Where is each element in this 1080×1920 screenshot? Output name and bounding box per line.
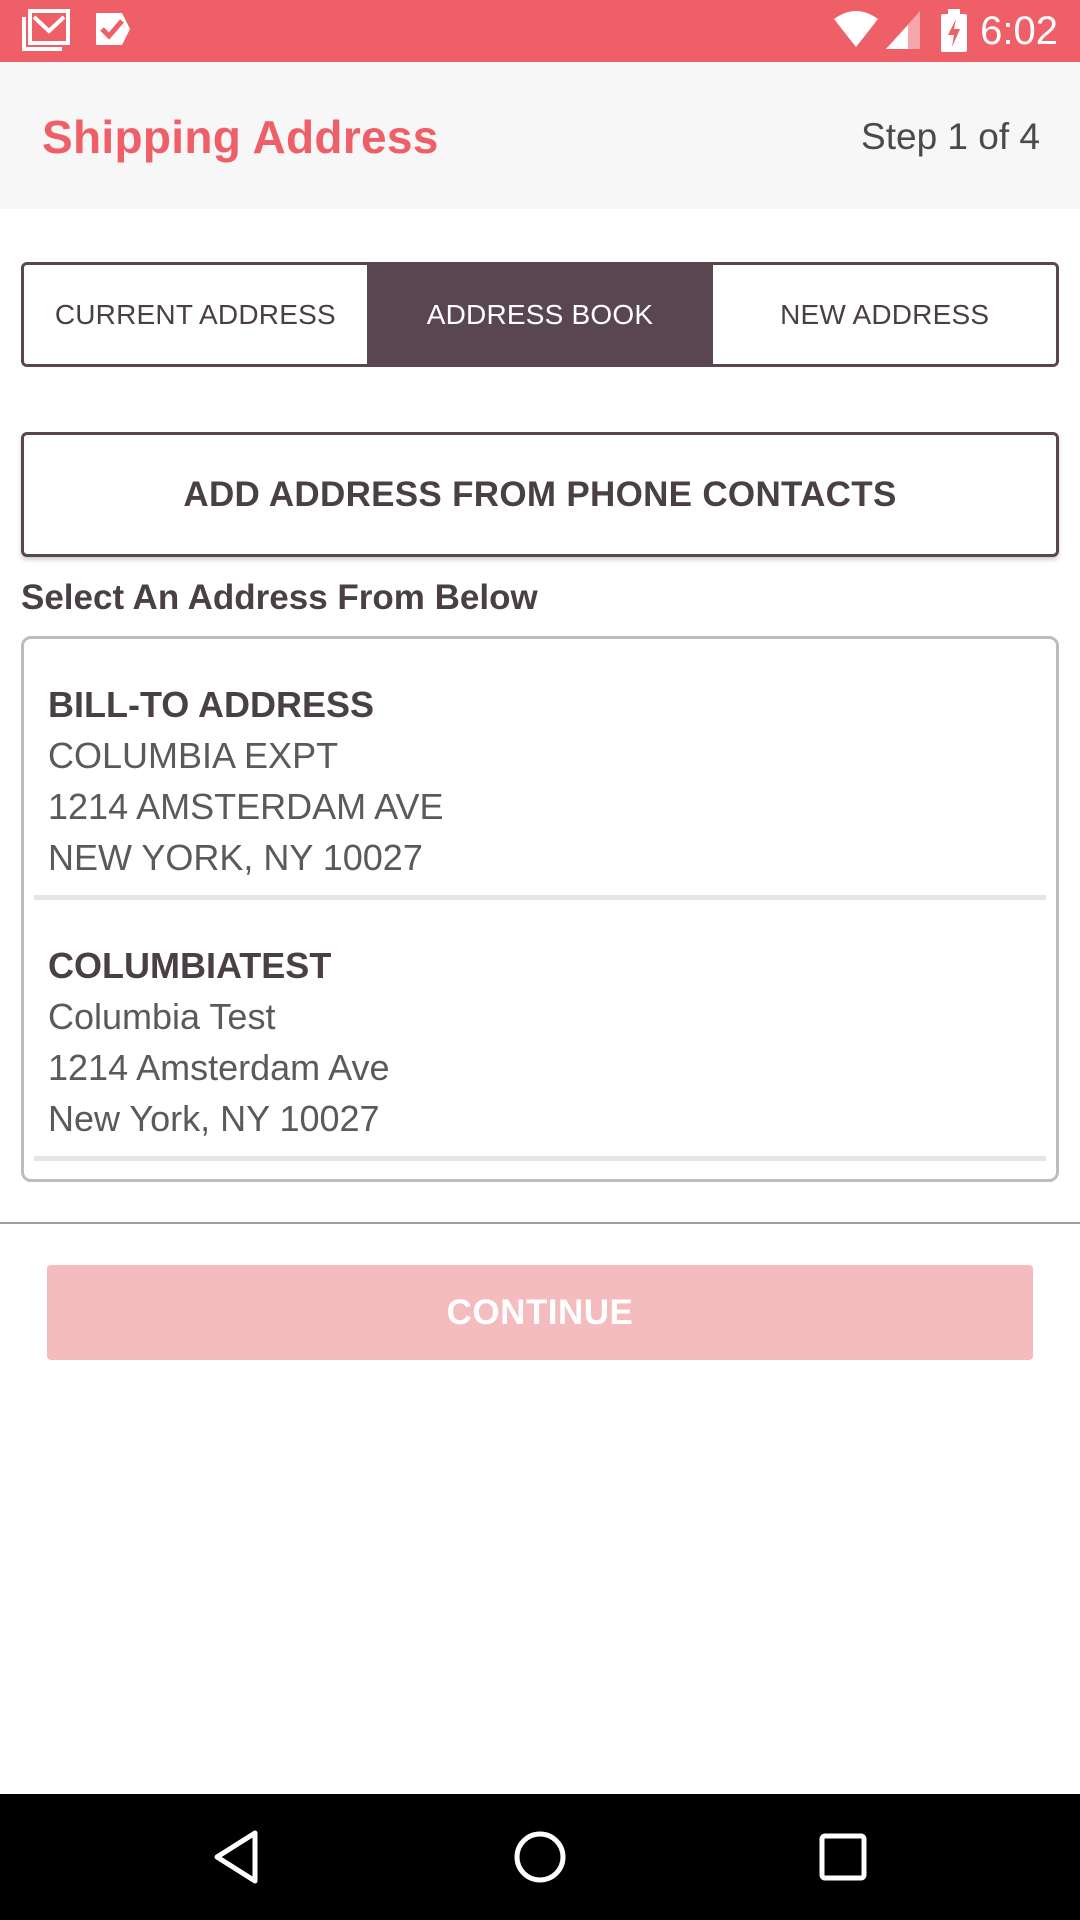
gmail-icon: [22, 9, 70, 56]
address-line: NEW YORK, NY 10027: [48, 837, 423, 878]
signal-icon: [884, 9, 922, 56]
app-bar: Shipping Address Step 1 of 4: [0, 62, 1080, 209]
divider: [0, 1222, 1080, 1224]
address-name: COLUMBIATEST: [48, 945, 332, 986]
page-title: Shipping Address: [42, 111, 439, 163]
status-time: 6:02: [980, 9, 1058, 53]
task-check-icon: [92, 9, 134, 56]
tab-new-address[interactable]: NEW ADDRESS: [711, 265, 1056, 364]
step-indicator: Step 1 of 4: [861, 116, 1040, 157]
status-bar: 6:02: [0, 0, 1080, 62]
continue-button[interactable]: CONTINUE: [47, 1265, 1033, 1360]
wifi-icon: [832, 9, 880, 54]
recents-icon[interactable]: [813, 1827, 873, 1887]
divider: [34, 1156, 1046, 1161]
section-label: Select An Address From Below: [21, 578, 538, 617]
tab-current-address[interactable]: CURRENT ADDRESS: [24, 265, 367, 364]
address-name: BILL-TO ADDRESS: [48, 684, 375, 725]
address-line: COLUMBIA EXPT: [48, 735, 339, 776]
back-icon[interactable]: [207, 1827, 267, 1887]
address-line: 1214 Amsterdam Ave: [48, 1047, 390, 1088]
address-line: 1214 AMSTERDAM AVE: [48, 786, 444, 827]
battery-charging-icon: [940, 9, 968, 58]
add-from-contacts-button[interactable]: ADD ADDRESS FROM PHONE CONTACTS: [21, 432, 1059, 557]
address-source-tabs: CURRENT ADDRESS ADDRESS BOOK NEW ADDRESS: [21, 262, 1059, 367]
home-icon[interactable]: [510, 1827, 570, 1887]
address-line: Columbia Test: [48, 996, 276, 1037]
address-line: New York, NY 10027: [48, 1098, 380, 1139]
address-item[interactable]: COLUMBIATEST Columbia Test 1214 Amsterda…: [24, 900, 1056, 1161]
address-list: BILL-TO ADDRESS COLUMBIA EXPT 1214 AMSTE…: [21, 636, 1059, 1182]
navigation-bar: [0, 1794, 1080, 1920]
tab-address-book[interactable]: ADDRESS BOOK: [366, 265, 712, 364]
address-item[interactable]: BILL-TO ADDRESS COLUMBIA EXPT 1214 AMSTE…: [24, 639, 1056, 900]
